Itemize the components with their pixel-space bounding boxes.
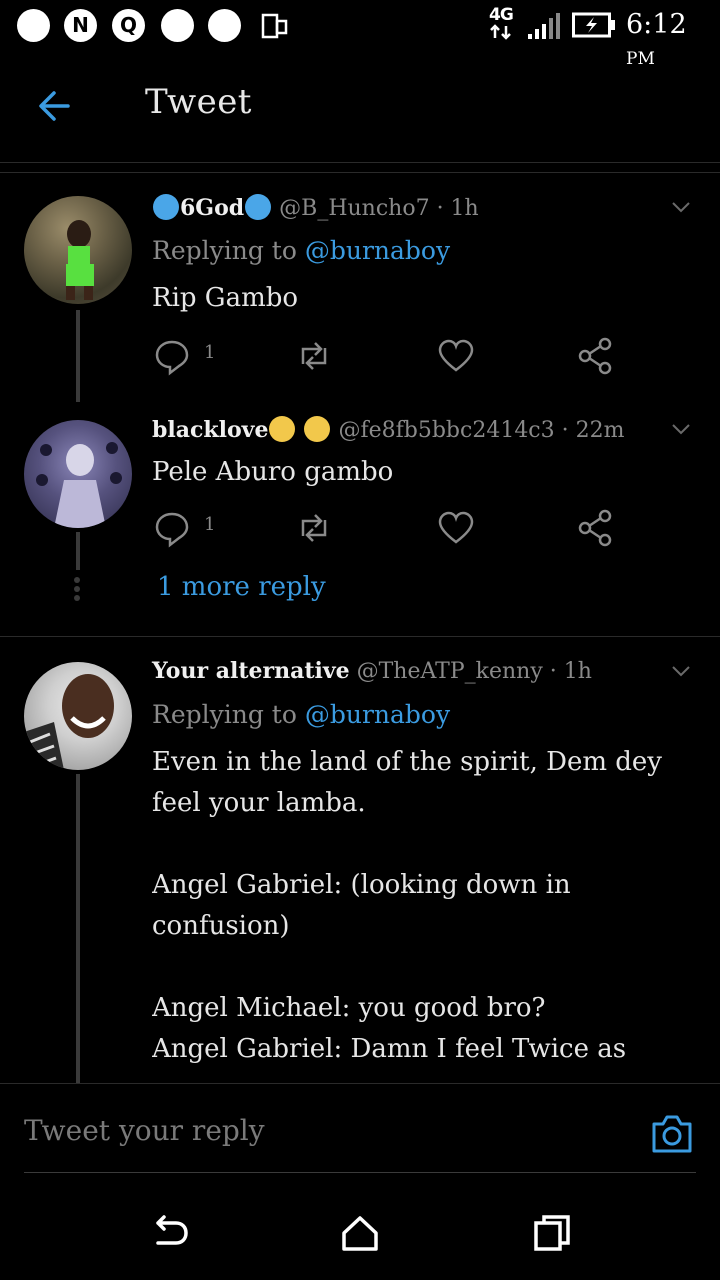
reply-button[interactable]: 1 xyxy=(152,508,222,548)
display-name[interactable]: Your alternative xyxy=(152,658,350,684)
reply-icon xyxy=(155,340,189,376)
heart-icon xyxy=(438,339,474,372)
reply-icon xyxy=(155,512,189,548)
share-icon xyxy=(578,337,612,375)
tweet-header: Your alternative @TheATP_kenny · 1h xyxy=(152,658,592,684)
display-name[interactable]: 6God xyxy=(180,195,244,221)
eye-roll-emoji-icon xyxy=(269,416,296,442)
cold-face-emoji-icon xyxy=(153,194,179,220)
mention-link[interactable]: @burnaboy xyxy=(305,236,450,265)
tweet-header: blacklove @fe8fb5bbc2414c3 · 22m xyxy=(152,416,624,443)
circle-icon xyxy=(161,9,194,42)
chevron-down-icon[interactable] xyxy=(670,418,692,440)
chevron-down-icon[interactable] xyxy=(670,660,692,682)
reply-underline xyxy=(24,1172,696,1173)
avatar[interactable] xyxy=(24,420,132,528)
back-arrow-icon[interactable] xyxy=(30,84,82,128)
chevron-down-icon[interactable] xyxy=(670,196,692,218)
handle-time: @B_Huncho7 · 1h xyxy=(279,196,479,221)
tweet-text: Even in the land of the spirit, Dem dey … xyxy=(152,747,662,1064)
cold-face-emoji-icon xyxy=(245,194,272,220)
share-icon xyxy=(578,509,612,547)
data-arrows-icon xyxy=(490,24,511,40)
share-button[interactable] xyxy=(576,336,616,376)
tweet-text: Pele Aburo gambo xyxy=(152,457,394,487)
system-nav-bar xyxy=(0,1175,720,1280)
tweet-header: 6God @B_Huncho7 · 1h xyxy=(152,194,479,221)
tweet-actions: 1 xyxy=(152,336,632,376)
app-header: Tweet xyxy=(0,50,720,163)
camera-icon[interactable] xyxy=(650,1112,694,1156)
phone-icon xyxy=(261,13,288,39)
share-button[interactable] xyxy=(576,508,616,548)
home-nav-icon[interactable] xyxy=(340,1213,380,1253)
thread-line xyxy=(76,310,80,402)
battery-icon xyxy=(572,12,615,38)
retweet-button[interactable] xyxy=(294,508,334,548)
more-dots-icon xyxy=(74,577,80,601)
signal-icon xyxy=(528,13,560,39)
avatar[interactable] xyxy=(24,662,132,770)
page-title: Tweet xyxy=(145,82,252,122)
retweet-icon xyxy=(301,514,327,542)
reply-input[interactable]: Tweet your reply xyxy=(24,1114,265,1147)
like-button[interactable] xyxy=(436,508,476,548)
reply-button[interactable]: 1 xyxy=(152,336,222,376)
thread-line xyxy=(76,532,80,570)
retweet-icon xyxy=(301,342,327,370)
heart-icon xyxy=(438,511,474,544)
record-icon: Q xyxy=(112,9,145,42)
status-bar: N Q 4G 6:12 PM xyxy=(0,0,720,69)
handle-time: @TheATP_kenny · 1h xyxy=(356,659,592,684)
thread-line xyxy=(76,774,80,1084)
network-type: 4G xyxy=(489,5,514,25)
tweet-actions: 1 xyxy=(152,508,632,548)
tweet-text: Rip Gambo xyxy=(152,283,299,313)
like-button[interactable] xyxy=(436,336,476,376)
more-replies-link[interactable]: 1 more reply xyxy=(157,572,326,602)
avatar[interactable] xyxy=(24,196,132,304)
mention-link[interactable]: @burnaboy xyxy=(305,700,450,729)
eye-roll-emoji-icon xyxy=(304,416,331,442)
n-icon: N xyxy=(64,9,97,42)
recents-nav-icon[interactable] xyxy=(532,1213,572,1253)
replying-to: Replying to @burnaboy xyxy=(152,236,451,265)
retweet-button[interactable] xyxy=(294,336,334,376)
circle-icon xyxy=(17,9,50,42)
handle-time: @fe8fb5bbc2414c3 · 22m xyxy=(338,418,625,443)
back-nav-icon[interactable] xyxy=(150,1213,190,1253)
display-name[interactable]: blacklove xyxy=(152,417,268,443)
circle-icon xyxy=(208,9,241,42)
replying-to: Replying to @burnaboy xyxy=(152,700,451,729)
reply-composer: Tweet your reply xyxy=(0,1083,720,1174)
